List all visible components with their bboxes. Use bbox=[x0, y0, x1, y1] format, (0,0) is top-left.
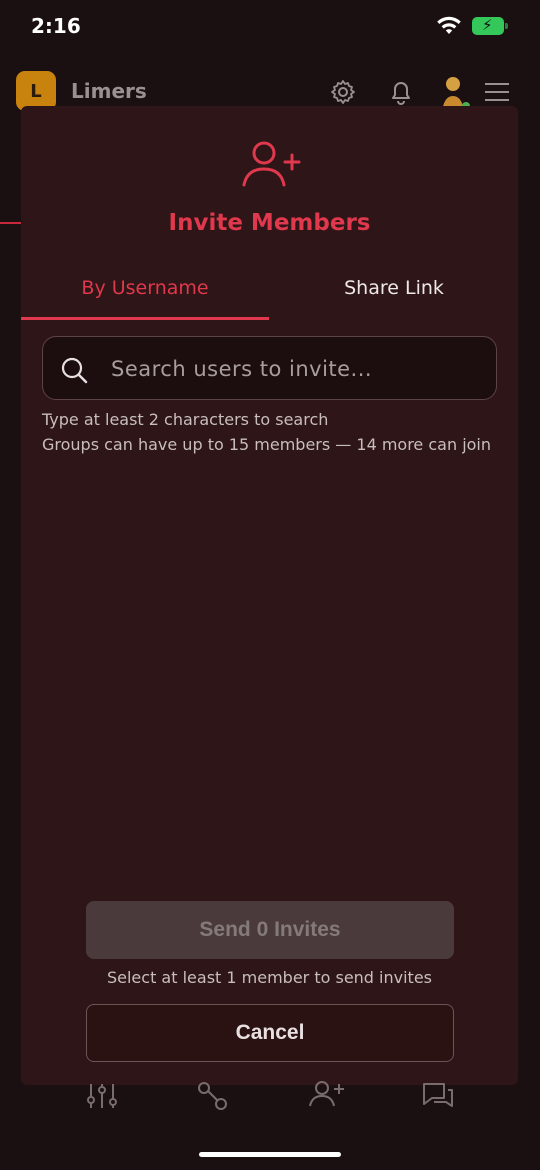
menu-icon[interactable] bbox=[483, 78, 511, 106]
search-input[interactable] bbox=[109, 337, 483, 400]
gear-icon[interactable] bbox=[329, 78, 357, 106]
sliders-icon[interactable] bbox=[84, 1080, 120, 1112]
battery-icon: ⚡ bbox=[472, 16, 508, 35]
modal-title: Invite Members bbox=[168, 210, 371, 236]
share-icon[interactable] bbox=[195, 1080, 231, 1112]
tab-by-username[interactable]: By Username bbox=[21, 264, 269, 320]
home-indicator[interactable] bbox=[199, 1152, 341, 1157]
tab-underline-behind bbox=[0, 222, 22, 224]
group-name[interactable]: Limers bbox=[71, 79, 147, 103]
search-icon bbox=[61, 357, 88, 384]
tab-share-link[interactable]: Share Link bbox=[270, 264, 518, 320]
status-bar: 2:16 ⚡ bbox=[0, 0, 540, 54]
status-icons: ⚡ bbox=[436, 16, 508, 36]
status-time: 2:16 bbox=[31, 14, 81, 38]
chat-icon[interactable] bbox=[420, 1080, 456, 1112]
bottom-nav bbox=[0, 1080, 540, 1120]
wifi-icon bbox=[437, 16, 461, 34]
add-user-icon bbox=[242, 141, 301, 187]
invite-members-modal: Invite Members By Username Share Link Ty… bbox=[21, 106, 518, 1085]
cancel-button[interactable]: Cancel bbox=[86, 1004, 454, 1062]
send-hint: Select at least 1 member to send invites bbox=[106, 968, 432, 987]
search-box[interactable] bbox=[42, 336, 497, 400]
group-avatar[interactable]: L bbox=[16, 71, 56, 111]
bell-icon[interactable] bbox=[387, 78, 415, 106]
send-invites-button[interactable]: Send 0 Invites bbox=[86, 901, 454, 959]
member-limit-hint: Groups can have up to 15 members — 14 mo… bbox=[42, 435, 492, 454]
invite-tabs: By Username Share Link bbox=[21, 264, 518, 320]
add-user-icon[interactable] bbox=[308, 1080, 344, 1112]
search-hint: Type at least 2 characters to search bbox=[42, 410, 329, 429]
